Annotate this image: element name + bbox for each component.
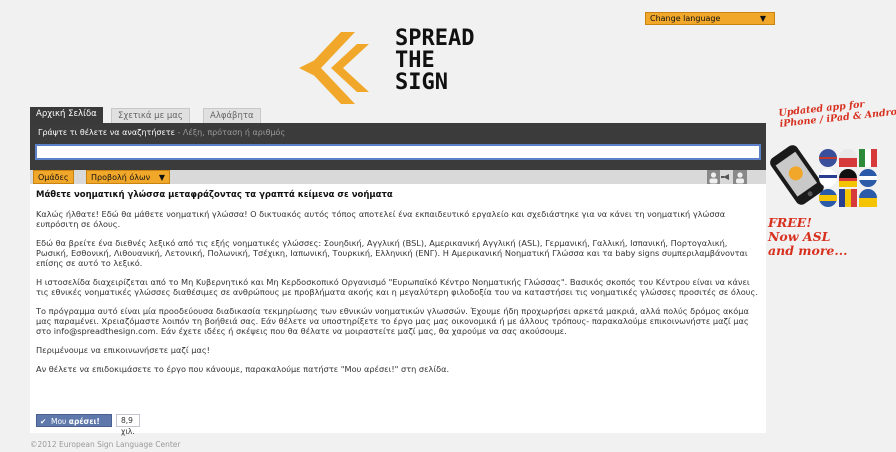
tab-bar: Αρχική Σελίδα Σχετικά με μας Αλφάβητα [30,105,766,123]
intro-content: Μάθετε νοηματική γλώσσα μεταφράζοντας τα… [30,184,766,436]
search-hint: - Λέξη, πρόταση ή αριθμός [174,128,286,137]
language-select-label: Change language [650,14,721,23]
logo-line-2: THE [395,48,435,73]
promo-updated-text: Updated app for iPhone / iPad & Android [778,94,896,130]
show-all-label: Προβολή όλων [91,173,151,182]
flags-icon [819,149,877,207]
logo-mark-icon [299,32,369,104]
like-label-strong: αρέσει! [68,417,100,426]
logo-wordmark: SPREAD THE SIGN [395,28,474,94]
intro-paragraph-2: Εδώ θα βρείτε ένα διεθνές λεξικό από τις… [36,238,748,268]
toolbar: Ομάδες Προβολή όλων ▼ [30,170,766,184]
search-input[interactable] [35,144,761,160]
intro-paragraph-1: Καλώς ήλθατε! Εδώ θα μάθετε νοηματική γλ… [36,209,726,229]
search-prompt: Γράψτε τι θέλετε να αναζητήσετε - Λέξη, … [38,128,285,137]
like-label-start: Μου [51,417,69,426]
like-button[interactable]: ✔ Μου αρέσει! [36,414,112,427]
language-select[interactable]: Change language ▼ [645,12,775,25]
intro-paragraph-6: Αν θέλετε να επιδοκιμάσετε το έργο που κ… [36,364,450,374]
check-icon: ✔ [40,417,47,426]
intro-paragraph-4: Το πρόγραμμα αυτό είναι μία προοδεύουσα … [36,306,749,336]
tab-alphabets[interactable]: Αλφάβητα [203,108,261,123]
promo-free-line-1: FREE! [768,215,812,230]
show-all-dropdown[interactable]: Προβολή όλων ▼ [86,170,170,184]
tab-about[interactable]: Σχετικά με μας [111,108,190,123]
search-prompt-label: Γράψτε τι θέλετε να αναζητήσετε [38,128,175,137]
promo-free-text: FREE! Now ASL and more... [768,216,847,258]
intro-paragraph-3: Η ιστοσελίδα διαχειρίζεται από το Μη Κυβ… [36,277,758,297]
site-logo[interactable]: SPREAD THE SIGN [297,28,517,108]
chevron-down-icon: ▼ [759,14,766,23]
tab-home[interactable]: Αρχική Σελίδα [30,107,103,123]
search-panel: Γράψτε τι θέλετε να αναζητήσετε - Λέξη, … [30,123,766,170]
intro-heading: Μάθετε νοηματική γλώσσα μεταφράζοντας τα… [36,190,393,200]
footer-copyright: ©2012 European Sign Language Center [30,440,181,449]
logo-line-3: SIGN [395,70,448,95]
app-promo[interactable]: Updated app for iPhone / iPad & Android … [768,99,896,268]
intro-paragraph-5: Περιμένουμε να επικοινωνήσετε μαζί μας! [36,345,210,355]
groups-button[interactable]: Ομάδες [33,170,74,184]
logo-line-1: SPREAD [395,26,475,51]
promo-free-line-3: and more... [768,243,848,258]
text-to-sign-icon[interactable] [707,170,747,184]
main-panel: Αρχική Σελίδα Σχετικά με μας Αλφάβητα Γρ… [30,105,766,436]
like-count: 8,9 χιλ. [116,414,140,436]
chevron-down-icon: ▼ [158,173,165,182]
promo-free-line-2: Now ASL [768,229,831,244]
